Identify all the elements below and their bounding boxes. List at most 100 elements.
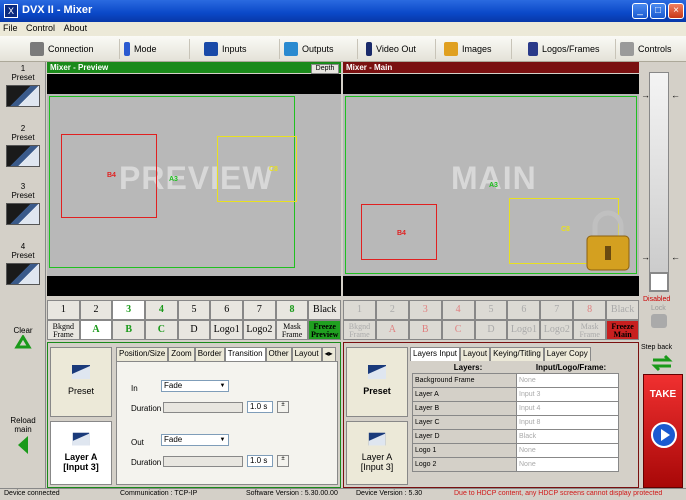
preview-screen[interactable]: PREVIEW B4 A3 C8 <box>47 74 341 296</box>
freeze-main-button[interactable]: Freeze Main <box>606 320 640 340</box>
main-input-5: 5 <box>474 300 508 320</box>
main-logo1-button: Logo1 <box>507 320 541 340</box>
main-preset-button[interactable]: Preset <box>346 347 408 417</box>
tab-keying-titling[interactable]: Keying/Titling <box>490 347 544 361</box>
preview-layer-b-button[interactable]: B <box>112 320 146 340</box>
duration-in-spinner[interactable]: ± <box>277 401 289 413</box>
duration-in-slider[interactable] <box>163 402 243 413</box>
preview-layer-a-button[interactable]: A <box>79 320 113 340</box>
controls-button[interactable]: Controls <box>620 39 684 59</box>
menu-bar: File Control About <box>0 22 686 36</box>
freeze-preview-button[interactable]: Freeze Preview <box>308 320 342 340</box>
preview-tabs: Position/Size Zoom Border Transition Oth… <box>116 347 336 361</box>
out-transition-select[interactable]: Fade ▼ <box>161 434 229 446</box>
tbar-handle[interactable] <box>649 272 669 292</box>
preview-input-black[interactable]: Black <box>308 300 342 320</box>
preview-logo1-button[interactable]: Logo1 <box>210 320 244 340</box>
preview-input-7[interactable]: 7 <box>243 300 276 320</box>
table-row: Logo 1 None <box>412 443 619 458</box>
main-header: Mixer - Main <box>343 62 639 73</box>
layer-c8-box[interactable] <box>217 136 297 202</box>
preview-logo2-button[interactable]: Logo2 <box>243 320 276 340</box>
menu-file[interactable]: File <box>0 22 21 34</box>
tab-border[interactable]: Border <box>194 347 225 361</box>
tbar-top-marker: ← <box>671 90 680 100</box>
menu-about[interactable]: About <box>61 22 91 34</box>
preview-preset-button[interactable]: Preset <box>50 347 112 417</box>
preview-mask-frame-button[interactable]: Mask Frame <box>275 320 309 340</box>
layer-b-select: Input 4 <box>516 401 619 416</box>
app-icon: X <box>4 4 18 18</box>
tab-other[interactable]: Other <box>265 347 292 361</box>
main-input-2: 2 <box>375 300 409 320</box>
preset-1-button[interactable]: 1 Preset <box>3 64 43 120</box>
inputs-icon <box>204 42 218 56</box>
take-label: TAKE <box>649 389 677 400</box>
preview-layer-a-info[interactable]: Layer A [Input 3] <box>50 421 112 485</box>
a3-label: A3 <box>489 182 498 189</box>
main-layer-row: Bkgnd Frame A B C D Logo1 Logo2 Mask Frame… <box>343 320 640 340</box>
layer-c-select: Input 8 <box>516 415 619 430</box>
preset-screen-icon <box>368 365 386 379</box>
table-row: Background Frame None <box>412 373 619 388</box>
images-button[interactable]: Images <box>444 39 512 59</box>
preset-2-button[interactable]: 2 Preset <box>3 124 43 180</box>
chevron-down-icon: ▼ <box>219 437 226 443</box>
video-out-button[interactable]: Video Out <box>366 39 436 59</box>
main-bkgnd-frame-button: Bkgnd Frame <box>343 320 376 340</box>
preview-input-3[interactable]: 3 <box>112 300 146 320</box>
duration-out-field[interactable]: 1.0 s <box>247 455 273 467</box>
tab-scroll-arrows[interactable]: ◂▸ <box>321 347 336 361</box>
step-back-icon[interactable] <box>651 354 673 372</box>
logos-frames-button[interactable]: Logos/Frames <box>528 39 616 59</box>
layers-input-table: Background Frame None Layer A Input 3 Laye… <box>412 373 619 472</box>
preset-3-button[interactable]: 3 Preset <box>3 182 43 238</box>
tab-zoom[interactable]: Zoom <box>168 347 195 361</box>
tab-layer-copy[interactable]: Layer Copy <box>543 347 591 361</box>
in-transition-select[interactable]: Fade ▼ <box>161 380 229 392</box>
close-button[interactable]: × <box>668 3 684 19</box>
depth-button[interactable]: Depth <box>311 64 339 74</box>
preview-input-6[interactable]: 6 <box>210 300 244 320</box>
preset-screen-icon <box>72 365 90 379</box>
outputs-button[interactable]: Outputs <box>284 39 358 59</box>
layer-d-select: Black <box>516 429 619 444</box>
mode-icon <box>124 42 130 56</box>
recycle-icon <box>14 334 32 349</box>
connection-button[interactable]: Connection <box>30 39 120 59</box>
toolbar: Connection Mode Inputs Outputs Video Out… <box>0 36 686 62</box>
lock-icon[interactable] <box>651 314 667 328</box>
main-layer-a-button: A <box>375 320 409 340</box>
preview-layer-d-button[interactable]: D <box>177 320 211 340</box>
tab-position-size[interactable]: Position/Size <box>116 347 169 361</box>
layer-a-select: Input 3 <box>516 387 619 402</box>
preview-bkgnd-frame-button[interactable]: Bkgnd Frame <box>47 320 80 340</box>
preview-input-4[interactable]: 4 <box>145 300 178 320</box>
tbar-slider[interactable] <box>649 72 669 292</box>
main-input-3: 3 <box>408 300 442 320</box>
preview-layer-c-button[interactable]: C <box>145 320 178 340</box>
duration-out-spinner[interactable]: ± <box>277 455 289 467</box>
take-button[interactable]: TAKE <box>643 374 683 488</box>
tab-layout[interactable]: Layout <box>291 347 322 361</box>
duration-in-field[interactable]: 1.0 s <box>247 401 273 413</box>
preview-input-8[interactable]: 8 <box>275 300 309 320</box>
preset-4-button[interactable]: 4 Preset <box>3 242 43 298</box>
tab-transition[interactable]: Transition <box>224 347 266 361</box>
title-bar: X DVX II - Mixer _ □ × <box>0 0 686 22</box>
maximize-button[interactable]: □ <box>650 3 666 19</box>
menu-control[interactable]: Control <box>23 22 58 34</box>
tab-layers-input[interactable]: Layers Input <box>410 347 461 361</box>
preview-input-2[interactable]: 2 <box>79 300 113 320</box>
minimize-button[interactable]: _ <box>632 3 648 19</box>
mode-button[interactable]: Mode <box>124 39 190 59</box>
preview-input-5[interactable]: 5 <box>177 300 211 320</box>
preview-input-1[interactable]: 1 <box>47 300 80 320</box>
reload-main-button[interactable]: Reload main <box>3 416 43 458</box>
inputs-button[interactable]: Inputs <box>204 39 280 59</box>
arrow-left-icon <box>18 436 28 454</box>
clear-button[interactable]: Clear <box>3 326 43 355</box>
duration-out-slider[interactable] <box>163 456 243 467</box>
tab-layout[interactable]: Layout <box>460 347 491 361</box>
chevron-down-icon: ▼ <box>219 383 226 389</box>
